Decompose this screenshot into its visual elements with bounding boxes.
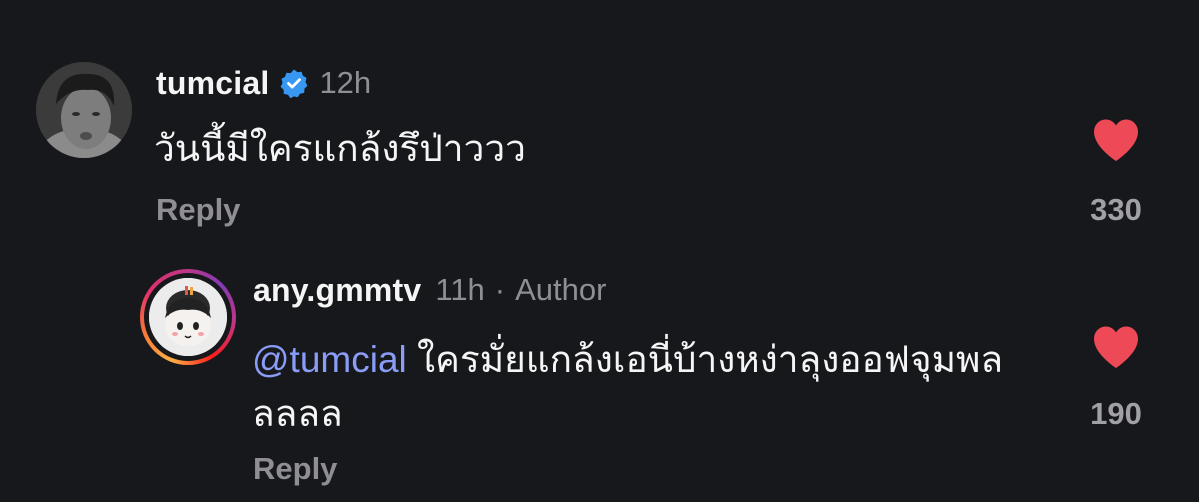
username[interactable]: any.gmmtv	[253, 272, 421, 309]
profile-photo	[36, 62, 132, 158]
verified-badge-icon	[279, 68, 309, 99]
comment-header: any.gmmtv 11h · Author	[253, 269, 606, 311]
reply-button[interactable]: Reply	[253, 451, 337, 487]
story-ring[interactable]	[140, 269, 236, 365]
like-count: 330	[1090, 192, 1142, 227]
heart-icon[interactable]	[1092, 325, 1140, 374]
separator: ·	[494, 272, 506, 307]
like-container: 330	[1080, 118, 1152, 228]
like-container: 190	[1080, 325, 1152, 432]
reply-comment-item: any.gmmtv 11h · Author @tumcial ใครมั่ยแ…	[0, 250, 1199, 502]
comment-text: @tumcial ใครมั่ยแกล้งเอนี่บ้างหง่าลุงออฟ…	[252, 333, 1012, 441]
heart-icon[interactable]	[1092, 118, 1140, 167]
comment-item: tumcial 12h วันนี้มีใครแกล้งรึป่าววว Rep…	[0, 0, 1199, 250]
comment-text: วันนี้มีใครแกล้งรึป่าววว	[154, 128, 526, 169]
avatar	[149, 278, 227, 356]
timestamp: 11h	[435, 272, 485, 307]
username[interactable]: tumcial	[156, 65, 269, 102]
reply-button[interactable]: Reply	[156, 192, 240, 228]
timestamp: 12h	[319, 65, 372, 100]
like-count: 190	[1090, 396, 1142, 431]
profile-photo	[149, 278, 227, 356]
mention-link[interactable]: @tumcial	[252, 339, 407, 380]
comment-header: tumcial 12h	[156, 63, 371, 103]
author-label: Author	[515, 272, 607, 307]
avatar[interactable]	[36, 62, 132, 158]
